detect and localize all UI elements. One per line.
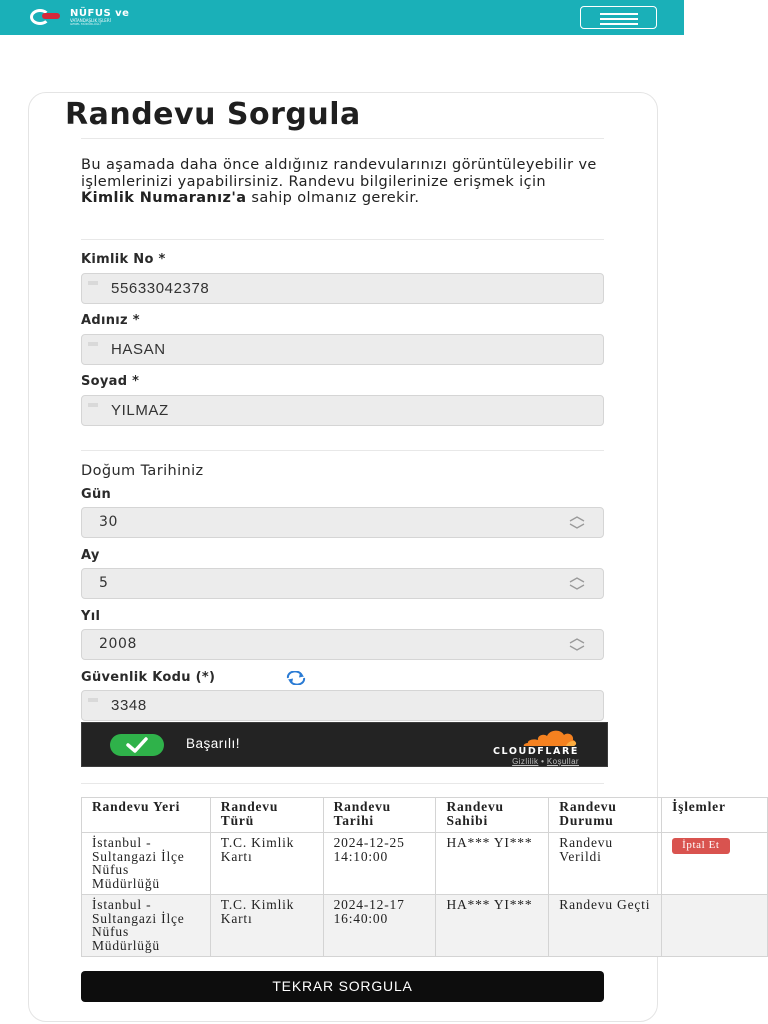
header-type: Randevu Türü — [209, 797, 324, 833]
day-select[interactable]: 30 — [81, 507, 604, 538]
appointments-table: Randevu Yeri Randevu Türü Randevu Tarihi… — [81, 797, 768, 957]
day-label: Gün — [81, 487, 112, 502]
verification-status: Başarılı! — [186, 736, 241, 751]
table-row: İstanbul - Sultangazi İlçe Nüfus Müdürlü… — [81, 894, 768, 957]
cloudflare-cloud-icon — [523, 730, 577, 746]
divider — [81, 138, 604, 139]
year-label: Yıl — [81, 609, 101, 624]
cancel-appointment-button[interactable]: İptal Et — [672, 838, 730, 854]
cell-type: T.C. Kimlik Kartı — [209, 894, 324, 957]
select-arrows-icon — [569, 516, 585, 529]
refresh-icon[interactable] — [285, 671, 307, 685]
table-header-row: Randevu Yeri Randevu Türü Randevu Tarihi… — [81, 797, 768, 833]
link-separator: • — [541, 757, 545, 766]
logo-mark-icon — [28, 6, 64, 28]
captcha-input[interactable]: 3348 — [81, 690, 604, 721]
surname-input[interactable]: YILMAZ — [81, 395, 604, 426]
name-label: Adınız * — [81, 313, 140, 328]
nvi-logo[interactable]: NÜFUS ve VATANDAŞLIK İŞLERİ GENEL MÜDÜRL… — [28, 6, 129, 28]
cell-status: Randevu Geçti — [548, 894, 663, 957]
success-check-icon — [110, 734, 164, 756]
cell-place: İstanbul - Sultangazi İlçe Nüfus Müdürlü… — [81, 832, 211, 895]
header-place: Randevu Yeri — [81, 797, 211, 833]
logo-line1: NÜFUS ve — [70, 7, 130, 19]
cell-owner: HA*** YI*** — [435, 832, 550, 895]
terms-link[interactable]: Koşullar — [547, 757, 579, 766]
cell-actions — [661, 894, 768, 957]
cell-type: T.C. Kimlik Kartı — [209, 832, 324, 895]
select-arrows-icon — [569, 577, 585, 590]
intro-text: Bu aşamada daha önce aldığınız randevula… — [81, 157, 601, 207]
year-value: 2008 — [99, 636, 138, 652]
captcha-label: Güvenlik Kodu (*) — [81, 670, 216, 685]
surname-value: YILMAZ — [111, 402, 169, 419]
divider — [81, 783, 604, 784]
month-label: Ay — [81, 548, 100, 563]
requery-button[interactable]: TEKRAR SORGULA — [81, 971, 604, 1002]
header-date: Randevu Tarihi — [322, 797, 437, 833]
cloudflare-turnstile-widget: Başarılı! CLOUDFLARE Gizlilik • Koşullar — [81, 722, 608, 767]
page-title: Randevu Sorgula — [65, 97, 361, 132]
divider — [81, 450, 604, 451]
table-row: İstanbul - Sultangazi İlçe Nüfus Müdürlü… — [81, 832, 768, 895]
logo-line3: GENEL MÜDÜRLÜĞÜ — [70, 21, 101, 26]
month-value: 5 — [99, 575, 109, 591]
privacy-link[interactable]: Gizlilik — [512, 757, 538, 766]
cell-date: 2024-12-17 16:40:00 — [322, 894, 437, 957]
year-select[interactable]: 2008 — [81, 629, 604, 660]
intro-part1: Bu aşamada daha önce aldığınız randevula… — [81, 157, 597, 190]
cell-actions: İptal Et — [661, 832, 768, 895]
cloudflare-brand: CLOUDFLARE Gizlilik • Koşullar — [449, 730, 579, 766]
hamburger-menu-button[interactable] — [580, 6, 657, 29]
top-navbar: NÜFUS ve VATANDAŞLIK İŞLERİ GENEL MÜDÜRL… — [0, 0, 684, 35]
tc-value: 55633042378 — [111, 280, 210, 297]
birth-date-heading: Doğum Tarihiniz — [81, 463, 204, 479]
header-owner: Randevu Sahibi — [435, 797, 550, 833]
captcha-value: 3348 — [111, 697, 147, 714]
cell-owner: HA*** YI*** — [435, 894, 550, 957]
day-value: 30 — [99, 514, 119, 530]
month-select[interactable]: 5 — [81, 568, 604, 599]
divider — [81, 239, 604, 240]
header-status: Randevu Durumu — [548, 797, 663, 833]
tc-input[interactable]: 55633042378 — [81, 273, 604, 304]
name-value: HASAN — [111, 341, 166, 358]
logo-text: NÜFUS ve VATANDAŞLIK İŞLERİ GENEL MÜDÜRL… — [70, 7, 130, 26]
hamburger-icon — [600, 13, 638, 15]
cloudflare-wordmark: CLOUDFLARE — [492, 746, 579, 757]
surname-label: Soyad * — [81, 374, 140, 389]
cloudflare-links: Gizlilik • Koşullar — [512, 757, 579, 766]
intro-part2: sahip olmanız gerekir. — [246, 190, 420, 206]
header-actions: İşlemler — [661, 797, 768, 833]
cell-status: Randevu Verildi — [548, 832, 663, 895]
tc-label: Kimlik No * — [81, 252, 166, 267]
select-arrows-icon — [569, 638, 585, 651]
cell-date: 2024-12-25 14:10:00 — [322, 832, 437, 895]
cell-place: İstanbul - Sultangazi İlçe Nüfus Müdürlü… — [81, 894, 211, 957]
name-input[interactable]: HASAN — [81, 334, 604, 365]
intro-bold: Kimlik Numaranız'a — [81, 190, 247, 206]
